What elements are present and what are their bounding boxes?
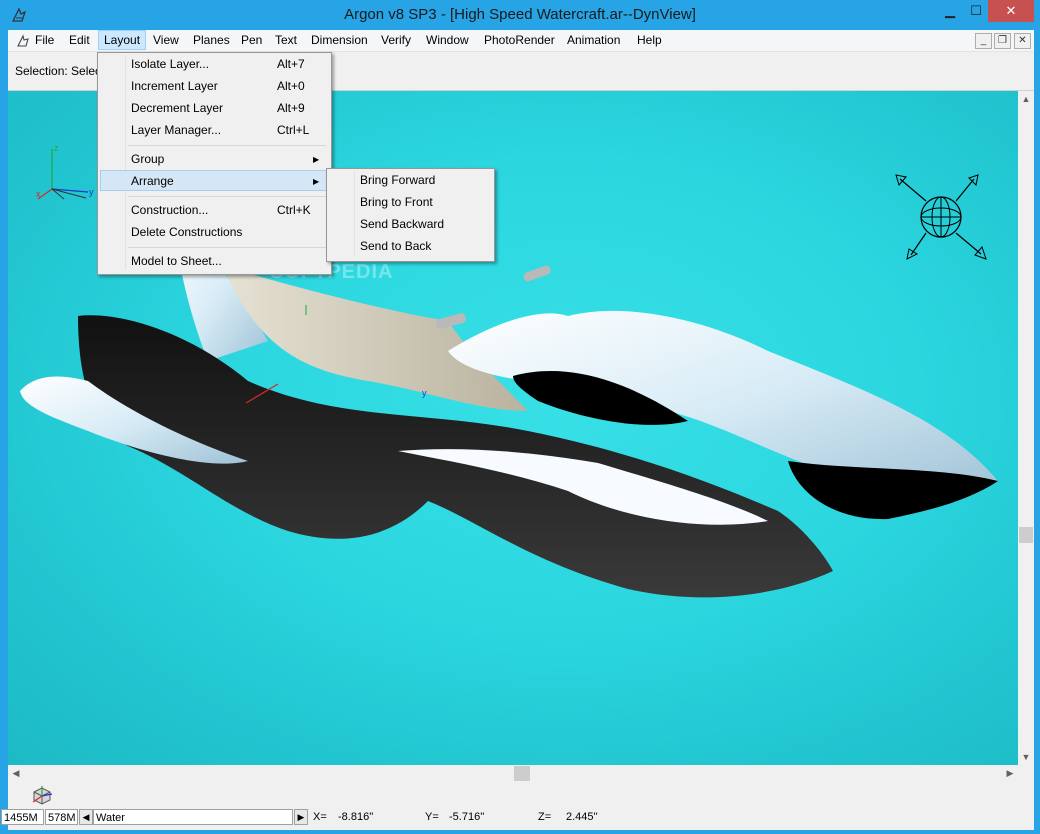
submenu-arrow-icon: ▶	[313, 177, 320, 186]
menu-item-decrement-layer[interactable]: Decrement Layer Alt+9	[100, 98, 329, 119]
x-coord-label: X=	[313, 811, 327, 823]
scroll-up-arrow[interactable]: ▲	[1018, 91, 1034, 107]
model-y-axis-label: y	[422, 388, 427, 398]
x-axis-label: x	[36, 189, 41, 199]
y-coord-value: -5.716''	[449, 811, 485, 823]
menu-view[interactable]: View	[148, 31, 184, 49]
menu-item-bring-forward[interactable]: Bring Forward	[329, 170, 492, 191]
vertical-scroll-thumb[interactable]	[1019, 527, 1033, 543]
menu-item-bring-to-front[interactable]: Bring to Front	[329, 192, 492, 213]
menu-photorender[interactable]: PhotoRender	[479, 31, 560, 49]
menu-item-group[interactable]: Group ▶	[100, 149, 329, 170]
menu-file[interactable]: File	[30, 31, 59, 49]
y-axis-label: y	[89, 187, 94, 197]
status-bar: 1455M 578M ◀ Water ▶ X= -8.816'' Y= -5.7…	[1, 782, 1034, 830]
menu-item-send-backward[interactable]: Send Backward	[329, 214, 492, 235]
menu-help[interactable]: Help	[632, 31, 667, 49]
horizontal-scrollbar[interactable]: ◀ ▶	[8, 765, 1018, 782]
layout-menu: Isolate Layer... Alt+7 Increment Layer Alt…	[97, 52, 332, 275]
menu-separator	[128, 247, 326, 248]
selection-mode-label: Selection: Select.	[15, 64, 108, 78]
scroll-right-arrow[interactable]: ▶	[1002, 765, 1018, 781]
menu-item-arrange[interactable]: Arrange ▶	[100, 170, 329, 191]
menu-window[interactable]: Window	[421, 31, 474, 49]
y-coord-label: Y=	[425, 811, 439, 823]
menu-edit[interactable]: Edit	[64, 31, 95, 49]
mdi-minimize-button[interactable]: _	[975, 33, 992, 49]
memory-used: 578M	[45, 809, 78, 825]
z-axis-label: z	[54, 143, 59, 153]
navigation-globe-icon[interactable]	[895, 174, 987, 260]
menu-item-layer-manager[interactable]: Layer Manager... Ctrl+L	[100, 120, 329, 141]
submenu-arrow-icon: ▶	[313, 155, 320, 164]
maximize-button[interactable]: ☐	[962, 0, 990, 22]
window-title: Argon v8 SP3 - [High Speed Watercraft.ar…	[344, 6, 696, 23]
layer-prev-button[interactable]: ◀	[79, 809, 93, 825]
menu-separator	[128, 145, 326, 146]
menu-item-isolate-layer[interactable]: Isolate Layer... Alt+7	[100, 54, 329, 75]
menu-separator	[128, 196, 326, 197]
title-bar: Argon v8 SP3 - [High Speed Watercraft.ar…	[0, 0, 1040, 30]
menu-planes[interactable]: Planes	[188, 31, 235, 49]
z-coord-value: 2.445''	[566, 811, 598, 823]
scroll-down-arrow[interactable]: ▼	[1018, 749, 1034, 765]
menu-item-send-to-back[interactable]: Send to Back	[329, 236, 492, 257]
layer-next-button[interactable]: ▶	[294, 809, 308, 825]
menu-dimension[interactable]: Dimension	[306, 31, 373, 49]
vertical-scrollbar[interactable]: ▲ ▼	[1018, 91, 1034, 765]
view-cube-icon[interactable]	[30, 784, 54, 806]
menu-animation[interactable]: Animation	[562, 31, 625, 49]
close-button[interactable]: ✕	[988, 0, 1034, 22]
x-coord-value: -8.816''	[338, 811, 374, 823]
menu-bar: File Edit Layout View Planes Pen Text Di…	[8, 30, 1034, 52]
mdi-close-button[interactable]: ✕	[1014, 33, 1031, 49]
axis-triad	[37, 149, 89, 200]
menu-text[interactable]: Text	[270, 31, 302, 49]
menu-layout[interactable]: Layout	[98, 30, 147, 50]
arrange-submenu: Bring Forward Bring to Front Send Backwa…	[326, 168, 495, 262]
current-layer-field[interactable]: Water	[93, 809, 293, 825]
menu-item-increment-layer[interactable]: Increment Layer Alt+0	[100, 76, 329, 97]
menu-verify[interactable]: Verify	[376, 31, 416, 49]
document-icon[interactable]	[16, 34, 30, 48]
menu-item-construction[interactable]: Construction... Ctrl+K	[100, 200, 329, 221]
mdi-restore-button[interactable]: ❐	[994, 33, 1011, 49]
menu-item-delete-constructions[interactable]: Delete Constructions	[100, 222, 329, 243]
menu-item-model-to-sheet[interactable]: Model to Sheet...	[100, 251, 329, 272]
memory-total: 1455M	[1, 809, 44, 825]
horizontal-scroll-thumb[interactable]	[514, 766, 530, 781]
handlebar-right	[523, 265, 551, 282]
menu-pen[interactable]: Pen	[236, 31, 267, 49]
z-coord-label: Z=	[538, 811, 552, 823]
scroll-left-arrow[interactable]: ◀	[8, 765, 24, 781]
minimize-button[interactable]: ▁	[936, 0, 964, 22]
